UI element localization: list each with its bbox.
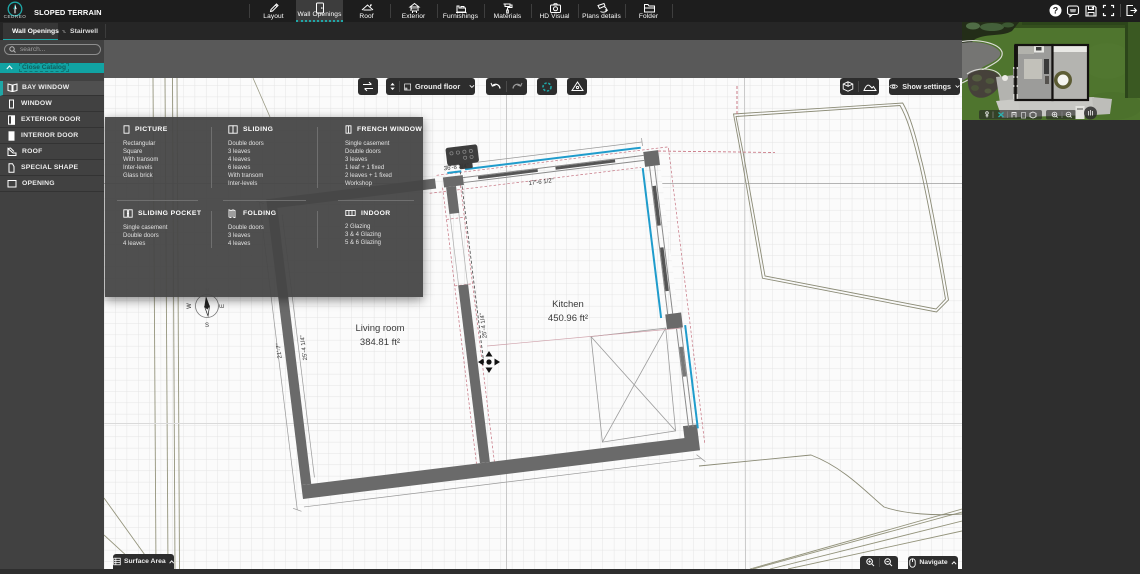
svg-text:?: ?	[1053, 6, 1059, 16]
svg-text:Kitchen: Kitchen	[552, 299, 584, 310]
svg-text:W: W	[187, 303, 193, 309]
svg-text:450.96 ft²: 450.96 ft²	[548, 313, 588, 324]
svg-text:S: S	[205, 323, 209, 329]
svg-text:384.81 ft²: 384.81 ft²	[360, 337, 400, 348]
svg-text:Living room: Living room	[355, 323, 404, 334]
svg-text:E: E	[220, 304, 226, 308]
